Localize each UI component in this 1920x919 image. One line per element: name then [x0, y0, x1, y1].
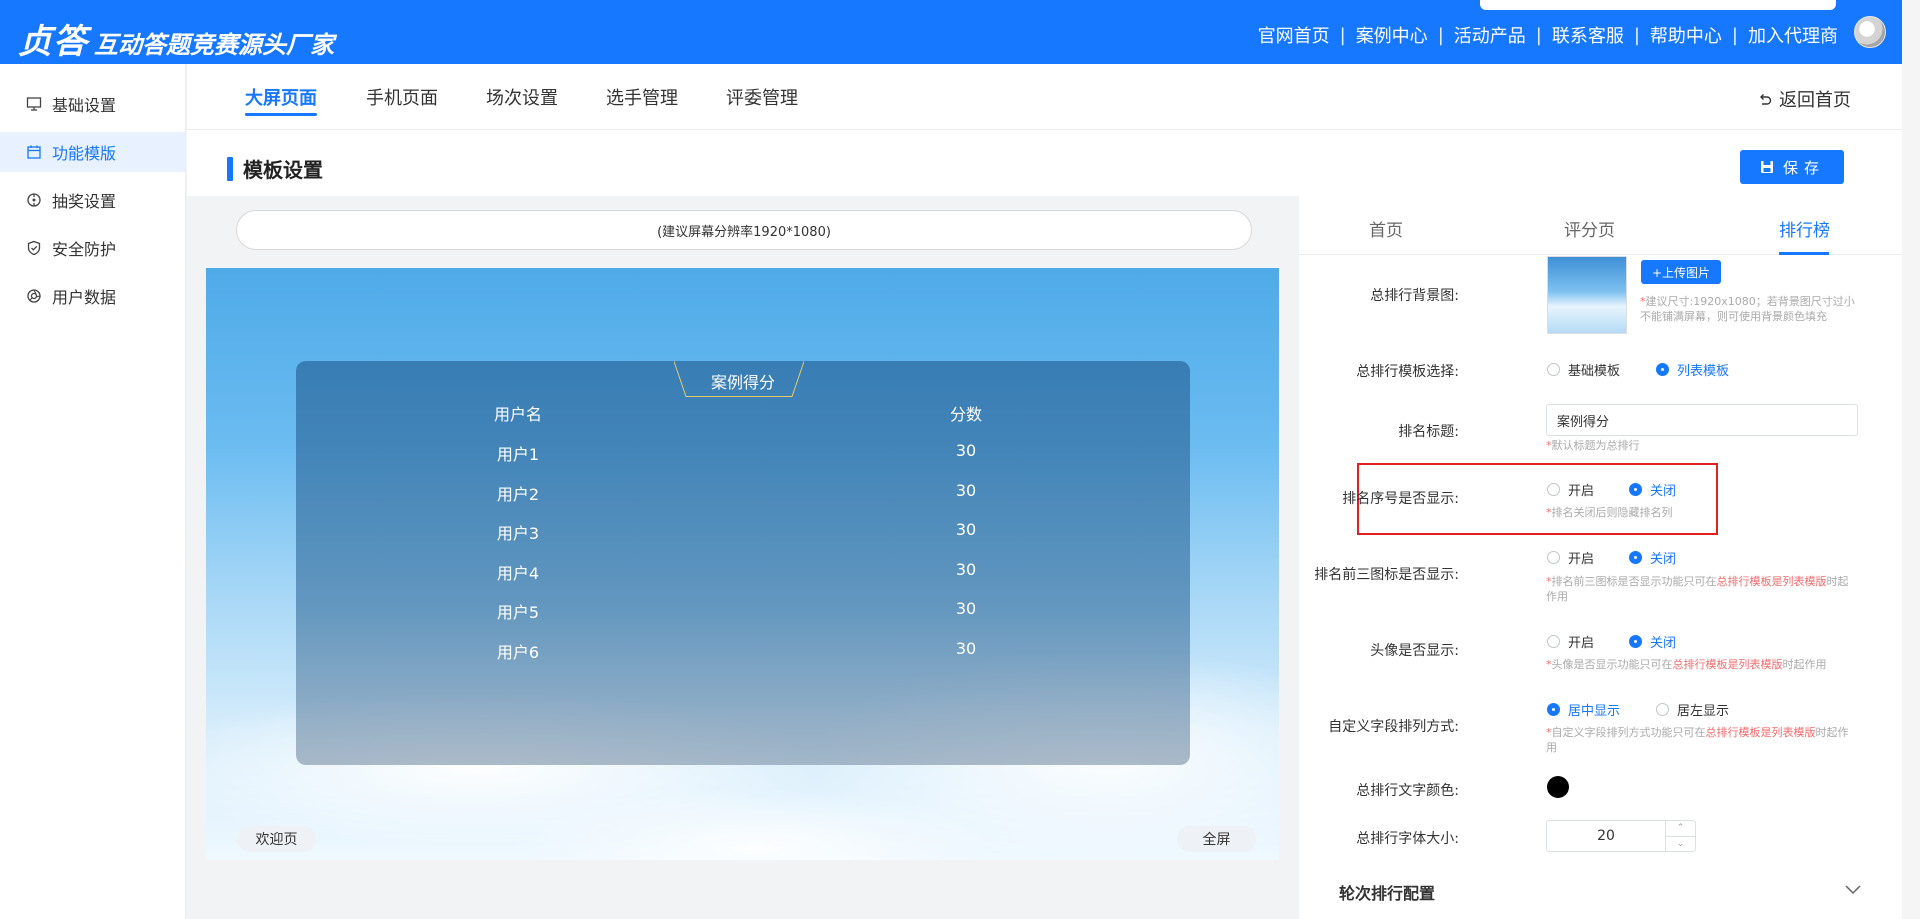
target-icon — [26, 192, 42, 208]
avatar-label: 头像是否显示: — [1370, 643, 1459, 659]
text-color-label: 总排行文字颜色: — [1356, 783, 1459, 799]
col-score-header: 分数 — [949, 405, 983, 424]
radio-avatar-on[interactable]: 开启 — [1547, 632, 1594, 651]
radio-rank-no-off[interactable]: 关闭 — [1629, 480, 1676, 499]
top3-label: 排名前三图标是否显示: — [1314, 567, 1459, 583]
row-user: 用户1 — [496, 445, 540, 464]
brand-sub: 互动答题竞赛源头厂家 — [94, 31, 334, 59]
row-score: 30 — [955, 639, 977, 658]
rank-title-input[interactable] — [1546, 404, 1858, 436]
tab-mobile[interactable]: 手机页面 — [366, 84, 438, 110]
chevron-down-icon[interactable] — [1844, 882, 1862, 896]
rank-title-hint: *默认标题为总排行 — [1546, 439, 1640, 452]
upload-image-button[interactable]: +上传图片 — [1641, 260, 1721, 284]
sidebar-item-label: 用户数据 — [52, 288, 117, 307]
rank-no-label: 排名序号是否显示: — [1342, 491, 1459, 507]
radio-basic-template[interactable]: 基础模板 — [1547, 360, 1620, 379]
row-score: 30 — [955, 441, 977, 460]
tab-players[interactable]: 选手管理 — [606, 84, 678, 110]
radio-avatar-off[interactable]: 关闭 — [1629, 632, 1676, 651]
scrollbar-track[interactable] — [1902, 0, 1920, 919]
avatar-hint: *头像是否显示功能只可在总排行模板是列表模版时起作用 — [1546, 658, 1827, 671]
col-user-header: 用户名 — [493, 405, 543, 424]
sidebar-item-basic[interactable]: 基础设置 — [0, 84, 186, 124]
row-score: 30 — [955, 481, 977, 500]
font-size-label: 总排行字体大小: — [1356, 831, 1459, 847]
brand-main: 贞答 — [18, 22, 88, 62]
sidebar-item-label: 基础设置 — [52, 96, 117, 115]
tab-big-screen[interactable]: 大屏页面 — [245, 84, 317, 116]
sidebar-item-templates[interactable]: 功能模版 — [0, 132, 186, 172]
bg-image-label: 总排行背景图: — [1370, 288, 1459, 304]
brand-logo[interactable]: 贞答 互动答题竞赛源头厂家 — [18, 14, 334, 63]
decrease-icon[interactable]: ⌄ — [1666, 835, 1695, 852]
radio-list-template[interactable]: 列表模板 — [1656, 360, 1729, 379]
row-user: 用户5 — [496, 603, 540, 622]
radio-align-center[interactable]: 居中显示 — [1547, 700, 1620, 719]
sidebar-item-label: 安全防护 — [52, 240, 117, 259]
sidebar-item-label: 抽奖设置 — [52, 192, 117, 211]
monitor-icon — [26, 96, 42, 112]
preview-area: (建议屏幕分辨率1920*1080) 案例得分 用户名 分数 用户1 30 用户… — [187, 196, 1299, 919]
row-user: 用户2 — [496, 485, 540, 504]
rank-no-hint: *排名关闭后则隐藏排名列 — [1546, 506, 1673, 519]
row-user: 用户6 — [496, 643, 540, 662]
tab-sessions[interactable]: 场次设置 — [486, 84, 558, 110]
sidebar: 基础设置 功能模版 抽奖设置 安全防护 用户数据 — [0, 64, 186, 919]
row-score: 30 — [955, 520, 977, 539]
font-size-input[interactable] — [1547, 821, 1665, 851]
calendar-icon — [26, 144, 42, 160]
rank-title-label: 排名标题: — [1398, 424, 1459, 440]
round-ranking-config[interactable]: 轮次排行配置 — [1339, 880, 1435, 904]
aperture-icon — [26, 288, 42, 304]
sidebar-item-user-data[interactable]: 用户数据 — [0, 276, 186, 316]
radio-rank-no-on[interactable]: 开启 — [1547, 480, 1594, 499]
ranking-title: 案例得分 — [710, 373, 775, 392]
text-color-picker[interactable] — [1547, 776, 1569, 798]
radio-top3-on[interactable]: 开启 — [1547, 548, 1594, 567]
radio-align-left[interactable]: 居左显示 — [1656, 700, 1729, 719]
template-select-label: 总排行模板选择: — [1356, 364, 1459, 380]
row-user: 用户3 — [496, 524, 540, 543]
ranking-card: 案例得分 用户名 分数 用户1 30 用户2 30 用户3 30 用户4 30 … — [296, 361, 1190, 765]
resolution-hint: (建议屏幕分辨率1920*1080) — [236, 210, 1252, 250]
sidebar-item-label: 功能模版 — [52, 144, 117, 163]
welcome-page-button[interactable]: 欢迎页 — [237, 826, 316, 852]
radio-top3-off[interactable]: 关闭 — [1629, 548, 1676, 567]
row-user: 用户4 — [496, 564, 540, 583]
top3-hint: *排名前三图标是否显示功能只可在总排行模板是列表模版时起作用 — [1546, 575, 1849, 603]
section-title: 模板设置 — [227, 154, 323, 183]
bg-image-thumbnail[interactable] — [1547, 256, 1627, 334]
preview-screen: 案例得分 用户名 分数 用户1 30 用户2 30 用户3 30 用户4 30 … — [206, 268, 1279, 860]
custom-field-hint: *自定义字段排列方式功能只可在总排行模板是列表模版时起作用 — [1546, 726, 1849, 754]
sidebar-item-security[interactable]: 安全防护 — [0, 228, 186, 268]
settings-fields: 总排行背景图: +上传图片 *建议尺寸:1920x1080；若背景图尺寸过小不能… — [1299, 0, 1903, 919]
bg-image-hint: *建议尺寸:1920x1080；若背景图尺寸过小不能铺满屏幕，则可使用背景颜色填… — [1640, 295, 1855, 323]
tab-judges[interactable]: 评委管理 — [726, 84, 798, 110]
row-score: 30 — [955, 599, 977, 618]
row-score: 30 — [955, 560, 977, 579]
sidebar-item-lottery[interactable]: 抽奖设置 — [0, 180, 186, 220]
fullscreen-button[interactable]: 全屏 — [1177, 826, 1256, 852]
custom-field-label: 自定义字段排列方式: — [1328, 719, 1459, 735]
shield-icon — [26, 240, 42, 256]
increase-icon[interactable]: ⌃ — [1666, 821, 1695, 836]
font-size-stepper: ⌃ ⌄ — [1546, 820, 1696, 852]
